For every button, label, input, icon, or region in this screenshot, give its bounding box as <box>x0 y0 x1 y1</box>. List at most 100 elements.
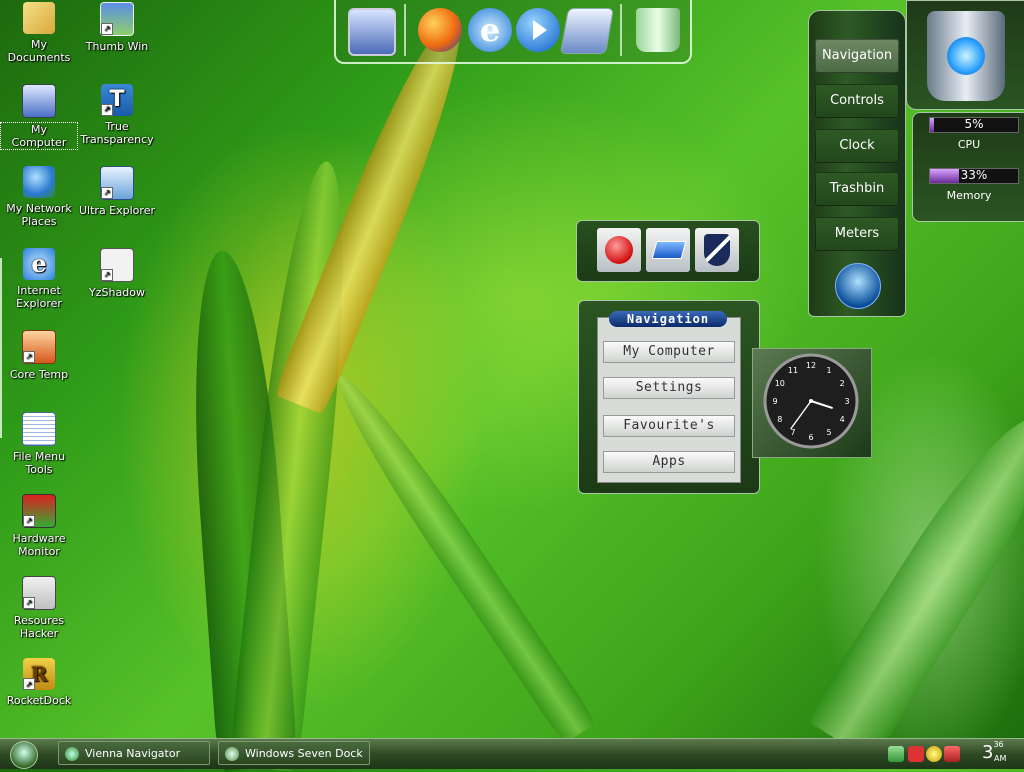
clock-number: 12 <box>806 361 816 370</box>
time-minutes: 36 <box>993 740 1004 749</box>
app-icon <box>65 747 79 761</box>
desktop-icon-resoures-hacker[interactable]: Resoures Hacker <box>0 576 78 640</box>
clock-number: 8 <box>777 415 782 424</box>
icon-label: Resoures Hacker <box>13 614 65 640</box>
firefox-icon[interactable] <box>418 8 462 52</box>
clock-number: 9 <box>772 397 777 406</box>
top-dock: e <box>334 0 692 64</box>
app-icon <box>225 747 239 761</box>
nav-apps-button[interactable]: Apps <box>603 451 735 473</box>
task-label: Windows Seven Dock <box>245 747 363 760</box>
gadget-sidebar: Navigation Controls Clock Trashbin Meter… <box>808 10 906 317</box>
nav-favourites-button[interactable]: Favourite's <box>603 415 735 437</box>
clock-time[interactable]: 336 AM <box>982 740 1007 765</box>
gadget-button-navigation[interactable]: Navigation <box>815 39 899 73</box>
computer-icon <box>22 84 56 118</box>
windows-logo-icon[interactable] <box>835 263 881 309</box>
start-button[interactable] <box>10 741 38 769</box>
icon-label: RocketDock <box>6 694 72 707</box>
clock-number: 11 <box>788 366 798 375</box>
recycle-bin-icon[interactable] <box>636 8 680 52</box>
gadget-button-clock[interactable]: Clock <box>815 129 899 163</box>
nav-my-computer-button[interactable]: My Computer <box>603 341 735 363</box>
time-ampm: AM <box>994 754 1007 763</box>
desktop-icon-true-transparency[interactable]: T True Transparency <box>78 84 156 146</box>
analog-clock: 12 12 3 45 6 789 1011 <box>763 353 859 449</box>
gadget-button-controls[interactable]: Controls <box>815 84 899 118</box>
memory-label: Memory <box>946 189 992 202</box>
shield-button[interactable] <box>695 228 739 272</box>
icon-label: True Transparency <box>80 120 154 146</box>
clock-number: 4 <box>840 415 845 424</box>
icon-label: Core Temp <box>9 368 69 381</box>
taskbar: Vienna Navigator Windows Seven Dock 336 … <box>0 738 1024 769</box>
task-vienna-navigator[interactable]: Vienna Navigator <box>58 741 210 765</box>
icon-label: Internet Explorer <box>16 284 62 310</box>
desktop-icon-file-menu-tools[interactable]: File Menu Tools <box>0 412 78 476</box>
icon-label: My Computer <box>0 122 78 150</box>
hammer-icon <box>22 576 56 610</box>
navigation-gadget: Navigation My Computer Settings Favourit… <box>578 300 760 494</box>
icon-label: My Network Places <box>6 202 72 228</box>
desktop-icon-core-temp[interactable]: Core Temp <box>0 330 78 381</box>
clock-number: 3 <box>844 397 849 406</box>
desktop-icon-my-network-places[interactable]: My Network Places <box>0 166 78 228</box>
dock-separator <box>620 4 622 56</box>
thumbnail-icon <box>100 2 134 36</box>
icon-label: Ultra Explorer <box>79 204 155 217</box>
network-globe-icon <box>23 166 55 198</box>
control-panel-icon[interactable] <box>559 8 615 54</box>
rocketdock-icon: R <box>23 658 55 690</box>
desktop-icon-my-documents[interactable]: My Documents <box>0 2 78 64</box>
clock-number: 1 <box>826 366 831 375</box>
thermometer-icon <box>22 330 56 364</box>
power-button[interactable] <box>597 228 641 272</box>
desktop-icon-ultra-explorer[interactable]: Ultra Explorer <box>78 166 156 217</box>
recycle-bin-gadget[interactable] <box>906 0 1024 110</box>
cpu-value: 5% <box>964 117 984 131</box>
shadow-app-icon <box>100 248 134 282</box>
hardware-monitor-icon <box>22 494 56 528</box>
clock-number: 5 <box>826 428 831 437</box>
security-tray-icon[interactable] <box>908 746 924 762</box>
icon-label: My Documents <box>7 38 71 64</box>
gadget-button-trashbin[interactable]: Trashbin <box>815 172 899 206</box>
folder-icon <box>23 2 55 34</box>
icon-label: Hardware Monitor <box>12 532 66 558</box>
clock-number: 6 <box>808 433 813 442</box>
clock-number: 10 <box>775 379 785 388</box>
icon-label: YzShadow <box>89 286 145 299</box>
network-tray-icon[interactable] <box>888 746 904 762</box>
desktop-icon-thumb-win[interactable]: Thumb Win <box>78 2 156 53</box>
smiley-tray-icon[interactable] <box>926 746 942 762</box>
desktop-icon-hardware-monitor[interactable]: Hardware Monitor <box>0 494 78 558</box>
desktop-icon-internet-explorer[interactable]: e Internet Explorer <box>0 248 78 310</box>
trash-can-icon <box>927 11 1005 101</box>
clock-number: 2 <box>840 379 845 388</box>
cpu-meter: 5% <box>929 117 1019 133</box>
explorer-icon <box>100 166 134 200</box>
desktop-icon-rocketdock[interactable]: R RocketDock <box>0 658 78 707</box>
window-button[interactable] <box>646 228 690 272</box>
internet-explorer-icon[interactable]: e <box>468 8 512 52</box>
grass-blade <box>323 365 597 745</box>
icon-label: Thumb Win <box>85 40 149 53</box>
file-menu-icon <box>22 412 56 446</box>
gadget-button-meters[interactable]: Meters <box>815 217 899 251</box>
transparency-icon: T <box>101 84 133 116</box>
nav-settings-button[interactable]: Settings <box>603 377 735 399</box>
clock-gadget[interactable]: 12 1 2 3 4 5 6 7 8 9 10 11 <box>752 348 872 458</box>
internet-explorer-icon: e <box>23 248 55 280</box>
meters-gadget: 5% CPU 33% Memory <box>912 112 1024 222</box>
media-player-icon[interactable] <box>516 8 560 52</box>
cpu-label: CPU <box>957 138 981 151</box>
memory-value: 33% <box>960 168 988 182</box>
desktop-icon-yzshadow[interactable]: YzShadow <box>78 248 156 299</box>
clock-number: 7 <box>790 428 795 437</box>
task-windows-seven-dock[interactable]: Windows Seven Dock <box>218 741 370 765</box>
task-label: Vienna Navigator <box>85 747 181 760</box>
desktop-icon-my-computer[interactable]: My Computer <box>0 84 78 150</box>
monitor-icon[interactable] <box>348 8 396 56</box>
dock-separator <box>404 4 406 56</box>
shield-tray-icon[interactable] <box>944 746 960 762</box>
